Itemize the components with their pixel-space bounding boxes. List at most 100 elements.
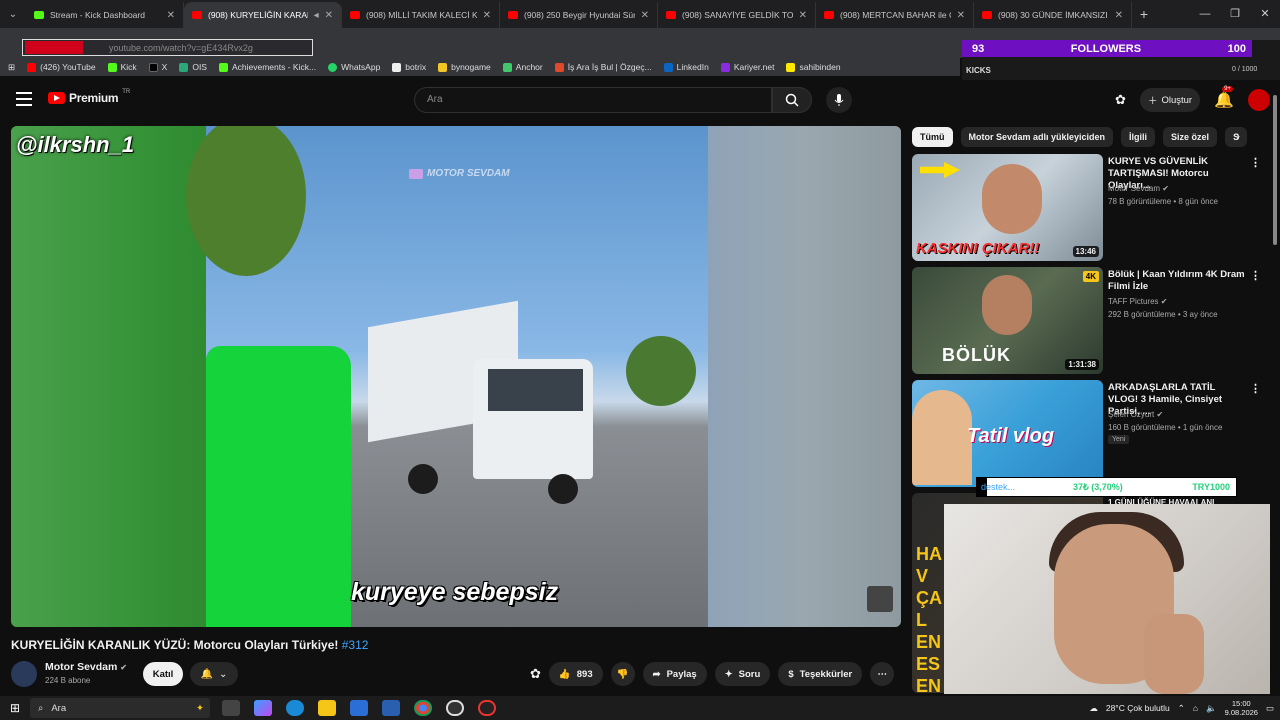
apps-icon[interactable]: ⊞ (8, 62, 15, 73)
windows-start-icon[interactable]: ⊞ (0, 701, 30, 715)
bookmark-whatsapp[interactable]: WhatsApp (328, 62, 380, 72)
page-scrollbar[interactable] (1270, 80, 1280, 696)
bookmark-anchor[interactable]: Anchor (502, 62, 543, 72)
bookmark-label: Achievements - Kick... (231, 62, 317, 72)
minimize-icon[interactable]: — (1190, 0, 1220, 28)
url-field[interactable]: youtube.com/watch?v=gE434Rvx2g (22, 39, 313, 56)
mail-icon[interactable] (382, 700, 400, 716)
recommended-video[interactable]: KASKINI ÇIKAR!! 13:46 KURYE VS GÜVENLİK … (912, 154, 1272, 262)
channel-name[interactable]: Şelen Özyurt ✔ (1108, 410, 1163, 419)
like-button[interactable]: 👍 893 (548, 662, 603, 686)
channel-name[interactable]: TAFF Pictures ✔ (1108, 297, 1167, 306)
file-explorer-icon[interactable] (318, 700, 336, 716)
donation-label: destek... (981, 482, 1016, 492)
chrome-icon[interactable] (414, 700, 432, 716)
bookmark-isara[interactable]: İş Ara İş Bul | Özgeç... (554, 62, 652, 72)
video-player[interactable]: @ilkrshn_1 MOTOR SEVDAM kuryeye sebepsiz (11, 126, 901, 627)
chip-from-uploader[interactable]: Motor Sevdam adlı yükleyiciden (960, 127, 1114, 147)
chevron-right-icon[interactable]: › (1236, 129, 1240, 143)
chip-for-you[interactable]: Size özel (1163, 127, 1218, 147)
network-icon[interactable]: ⌂ (1193, 703, 1198, 713)
hashtag-link[interactable]: #312 (342, 638, 369, 652)
tab-video[interactable]: (908) 30 GÜNDE İMKANSIZI BA ✕ (974, 2, 1132, 28)
bookmark-ois[interactable]: OIS (179, 62, 207, 72)
search-button[interactable] (772, 87, 812, 113)
task-view-icon[interactable] (222, 700, 240, 716)
video-thumbnail[interactable]: BÖLÜK 4K 1:31:38 (912, 267, 1103, 374)
channel-name[interactable]: Motor Sevdam ✔ (1108, 184, 1169, 193)
more-icon[interactable]: ⋮ (1250, 269, 1261, 282)
bookmark-youtube[interactable]: (426) YouTube (27, 62, 96, 72)
video-thumbnail[interactable]: Tatil vlog (912, 380, 1103, 487)
notification-center-icon[interactable]: ▭ (1266, 703, 1274, 714)
chevron-up-icon[interactable]: ⌃ (1178, 703, 1185, 714)
tab-video[interactable]: (908) SANAYİYE GELDİK TOFA ✕ (658, 2, 816, 28)
tab-video[interactable]: (908) 250 Beygir Hyundai Süre ✕ (500, 2, 658, 28)
app-icon[interactable] (478, 700, 496, 716)
dislike-button[interactable]: 👎 (610, 662, 635, 686)
more-icon[interactable]: ⋮ (1250, 382, 1261, 395)
bookmark-linkedin[interactable]: LinkedIn (663, 62, 709, 72)
bookmark-bynogame[interactable]: bynogame (438, 62, 491, 72)
close-icon[interactable]: ✕ (483, 10, 491, 21)
close-icon[interactable]: ✕ (1115, 10, 1123, 21)
more-actions-button[interactable]: ⋯ (870, 662, 895, 686)
video-title[interactable]: Bölük | Kaan Yıldırım 4K Dram Filmi İzle (1108, 269, 1248, 293)
bookmark-x[interactable]: X (148, 62, 167, 72)
more-icon[interactable]: ⋮ (1250, 156, 1261, 169)
bookmark-sahibinden[interactable]: sahibinden (786, 62, 841, 72)
chip-related[interactable]: İlgili (1121, 127, 1156, 147)
volume-icon[interactable]: 🔈 (1206, 703, 1217, 714)
bookmark-kariyer[interactable]: Kariyer.net (720, 62, 774, 72)
join-button[interactable]: Katıl (143, 662, 183, 686)
tab-kick-dashboard[interactable]: Stream - Kick Dashboard ✕ (26, 2, 184, 28)
recommended-video[interactable]: BÖLÜK 4K 1:31:38 Bölük | Kaan Yıldırım 4… (912, 267, 1272, 375)
subscribe-bell-button[interactable]: 🔔 ⌄ (190, 662, 238, 686)
thanks-button[interactable]: $ Teşekkürler (778, 662, 863, 686)
gemini-icon[interactable]: ✿ (530, 666, 541, 682)
scrollbar-thumb[interactable] (1273, 95, 1277, 245)
account-avatar[interactable] (1248, 89, 1270, 111)
create-button[interactable]: ＋ Oluştur (1139, 88, 1201, 112)
tab-title: (908) KURYELİĞİN KARANLI (208, 10, 308, 20)
menu-icon[interactable] (16, 92, 32, 106)
edge-icon[interactable] (286, 700, 304, 716)
voice-search-button[interactable] (826, 87, 852, 113)
channel-name[interactable]: Motor Sevdam ✔ (45, 661, 127, 673)
recommended-video[interactable]: Tatil vlog ARKADAŞLARLA TATİL VLOG! 3 Ha… (912, 380, 1272, 488)
taskbar-search[interactable]: ⌕ Ara ✦ (30, 698, 210, 718)
new-tab-button[interactable]: + (1132, 6, 1156, 22)
chip-all[interactable]: Tümü (912, 127, 953, 147)
close-icon[interactable]: ✕ (641, 10, 649, 21)
weather-text[interactable]: 28°C Çok bulutlu (1106, 703, 1170, 713)
speaker-icon[interactable]: ◂ (314, 10, 319, 21)
obs-icon[interactable] (446, 700, 464, 716)
bookmark-kick[interactable]: Kick (107, 62, 137, 72)
store-icon[interactable] (350, 700, 368, 716)
bookmark-botrix[interactable]: botrix (392, 62, 426, 72)
tab-video[interactable]: (908) MERTCAN BAHAR ile CEZ ✕ (816, 2, 974, 28)
channel-branding-icon[interactable] (867, 586, 893, 612)
close-icon[interactable]: ✕ (957, 10, 965, 21)
bookmark-achievements[interactable]: Achievements - Kick... (218, 62, 317, 72)
close-icon[interactable]: ✕ (325, 10, 333, 21)
video-thumbnail[interactable]: KASKINI ÇIKAR!! 13:46 (912, 154, 1103, 261)
close-icon[interactable]: ✕ (167, 10, 175, 21)
youtube-logo[interactable]: Premium TR (48, 89, 130, 105)
share-button[interactable]: ➦ Paylaş (642, 662, 707, 686)
tree (626, 336, 696, 406)
gemini-icon[interactable]: ✿ (1115, 92, 1126, 108)
ask-button[interactable]: ✦ Soru (714, 662, 771, 686)
tab-active-video[interactable]: (908) KURYELİĞİN KARANLI ◂ ✕ (184, 2, 342, 28)
search-input[interactable]: Ara (414, 87, 772, 113)
channel-avatar[interactable] (11, 661, 37, 687)
close-icon[interactable]: ✕ (799, 10, 807, 21)
weather-icon[interactable]: ☁ (1089, 703, 1098, 714)
maximize-icon[interactable]: ❐ (1220, 0, 1250, 28)
notifications-button[interactable]: 🔔 9+ (1214, 86, 1234, 110)
tab-video[interactable]: (908) MİLLİ TAKIM KALECİ KAM ✕ (342, 2, 500, 28)
tab-search-icon[interactable]: ⌄ (0, 0, 26, 28)
close-window-icon[interactable]: ✕ (1250, 0, 1280, 28)
copilot-icon[interactable] (254, 700, 272, 716)
clock[interactable]: 15:00 9.08.2026 (1225, 699, 1258, 717)
